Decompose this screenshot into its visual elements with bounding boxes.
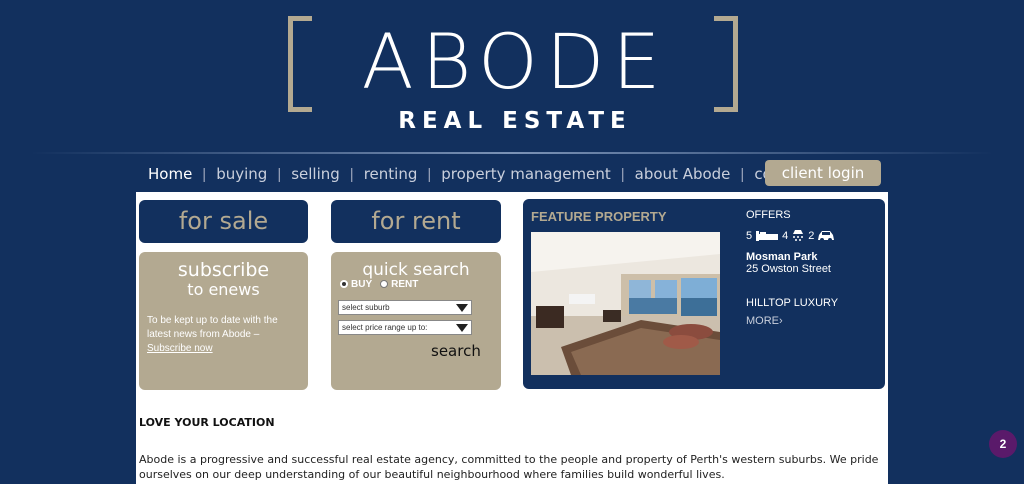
main-panel: for sale for rent subscribe to enews To … <box>136 192 888 484</box>
bedroom-photo <box>531 232 720 375</box>
feature-property-name: HILLTOP LUXURY <box>746 297 839 309</box>
logo-bracket-left <box>288 16 312 112</box>
subscribe-description: To be kept up to date with the latest ne… <box>147 315 278 340</box>
site-logo[interactable]: ABODE REAL ESTATE <box>0 0 1024 150</box>
for-rent-button[interactable]: for rent <box>331 200 501 243</box>
feature-property-box: FEATURE PROPERTY OFFERS 5 4 2 Mosman Par… <box>523 199 885 389</box>
logo-title: ABODE <box>361 17 669 106</box>
notification-badge[interactable]: 2 <box>989 430 1017 458</box>
cars-count: 2 <box>808 230 815 242</box>
nav-selling[interactable]: selling <box>281 165 350 183</box>
baths-count: 4 <box>782 230 789 242</box>
beds-count: 5 <box>746 230 753 242</box>
radio-buy[interactable]: BUY <box>340 279 372 290</box>
subscribe-now-link[interactable]: Subscribe now <box>147 343 213 354</box>
main-nav: Home | buying | selling | renting | prop… <box>138 160 843 188</box>
feature-stats: 5 4 2 <box>746 229 835 243</box>
chevron-down-icon[interactable] <box>456 324 468 332</box>
quick-search-title: quick search <box>362 260 470 280</box>
radio-buy-icon[interactable] <box>340 280 348 289</box>
price-range-select[interactable]: select price range up to: <box>338 320 472 335</box>
bed-icon <box>756 231 779 241</box>
nav-buying[interactable]: buying <box>206 165 277 183</box>
search-type-radios: BUY RENT <box>340 279 418 290</box>
logo-bracket-right <box>714 16 738 112</box>
feature-title: FEATURE PROPERTY <box>531 209 667 224</box>
nav-renting[interactable]: renting <box>354 165 428 183</box>
feature-offers: OFFERS <box>746 209 791 221</box>
suburb-select-label: select suburb <box>342 303 390 312</box>
chevron-down-icon[interactable] <box>456 304 468 312</box>
price-select-label: select price range up to: <box>342 323 428 332</box>
radio-rent-icon[interactable] <box>380 280 389 289</box>
nav-home[interactable]: Home <box>138 165 202 183</box>
about-paragraph: Abode is a progressive and successful re… <box>139 453 879 481</box>
search-button[interactable]: search <box>431 342 481 360</box>
feature-suburb: Mosman Park <box>746 251 818 263</box>
feature-more-link[interactable]: MORE› <box>746 315 783 327</box>
nav-property-management[interactable]: property management <box>431 165 620 183</box>
feature-property-image[interactable] <box>531 232 720 375</box>
suburb-select[interactable]: select suburb <box>338 300 472 315</box>
page-heading: LOVE YOUR LOCATION <box>139 416 275 429</box>
client-login-button[interactable]: client login <box>765 160 881 186</box>
radio-rent-label: RENT <box>391 279 419 290</box>
radio-rent[interactable]: RENT <box>380 279 418 290</box>
nav-about-abode[interactable]: about Abode <box>625 165 741 183</box>
subscribe-box: subscribe to enews To be kept up to date… <box>139 252 308 390</box>
logo-subtitle: REAL ESTATE <box>398 108 632 134</box>
for-sale-button[interactable]: for sale <box>139 200 308 243</box>
quick-search-box: quick search BUY RENT select suburb sele… <box>331 252 501 390</box>
nav-divider-line <box>30 152 994 154</box>
car-icon <box>818 231 835 242</box>
feature-street: 25 Owston Street <box>746 263 831 275</box>
subscribe-text: To be kept up to date with the latest ne… <box>147 314 302 356</box>
shower-icon <box>793 230 804 241</box>
radio-buy-label: BUY <box>351 279 373 290</box>
subscribe-title: subscribe <box>177 259 270 281</box>
subscribe-subtitle: to enews <box>187 280 260 299</box>
